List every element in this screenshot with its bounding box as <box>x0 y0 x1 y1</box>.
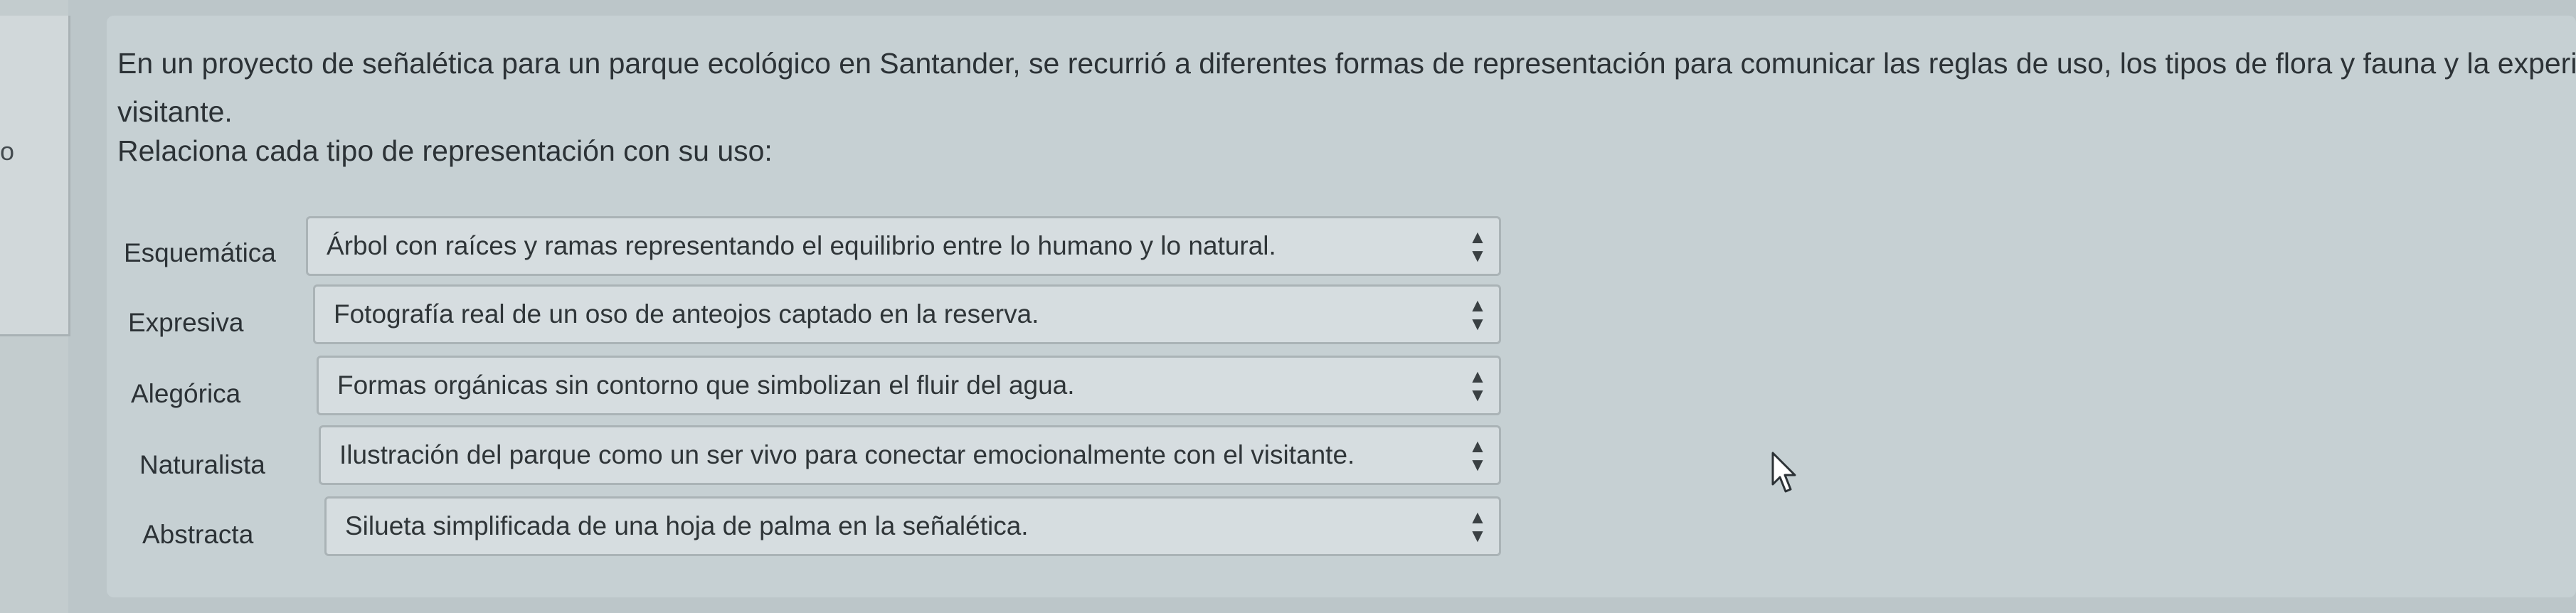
instruction-text: Relaciona cada tipo de representación co… <box>117 134 773 167</box>
match-select-abstracta[interactable]: Silueta simplificada de una hoja de palm… <box>324 496 1501 556</box>
match-label-abstracta: Abstracta <box>142 520 254 549</box>
up-down-chevron-icon: ▲ ▼ <box>1468 435 1487 475</box>
match-label-expresiva: Expresiva <box>128 308 244 337</box>
match-label-alegorica: Alegórica <box>131 379 241 408</box>
select-value: Silueta simplificada de una hoja de palm… <box>345 511 1029 540</box>
match-label-esquematica: Esquemática <box>124 238 276 267</box>
select-value: Árbol con raíces y ramas representando e… <box>327 231 1276 260</box>
select-value: Fotografía real de un oso de anteojos ca… <box>334 299 1039 329</box>
match-label-naturalista: Naturalista <box>139 450 265 479</box>
question-text: En un proyecto de señalética para un par… <box>117 39 2576 136</box>
up-down-chevron-icon: ▲ ▼ <box>1468 366 1487 405</box>
left-sidebar-panel <box>0 16 70 336</box>
question-line-1: En un proyecto de señalética para un par… <box>117 47 2576 80</box>
mouse-pointer-icon <box>1771 452 1796 493</box>
match-select-esquematica[interactable]: Árbol con raíces y ramas representando e… <box>306 216 1501 276</box>
up-down-chevron-icon: ▲ ▼ <box>1468 506 1487 546</box>
match-select-expresiva[interactable]: Fotografía real de un oso de anteojos ca… <box>313 284 1501 344</box>
select-value: Formas orgánicas sin contorno que simbol… <box>337 371 1075 400</box>
up-down-chevron-icon: ▲ ▼ <box>1468 294 1487 334</box>
question-line-2: visitante. <box>117 95 233 128</box>
up-down-chevron-icon: ▲ ▼ <box>1468 226 1487 266</box>
select-value: Ilustración del parque como un ser vivo … <box>339 440 1355 469</box>
match-select-naturalista[interactable]: Ilustración del parque como un ser vivo … <box>319 425 1501 485</box>
sidebar-marker: o <box>0 137 15 166</box>
match-select-alegorica[interactable]: Formas orgánicas sin contorno que simbol… <box>317 356 1501 415</box>
